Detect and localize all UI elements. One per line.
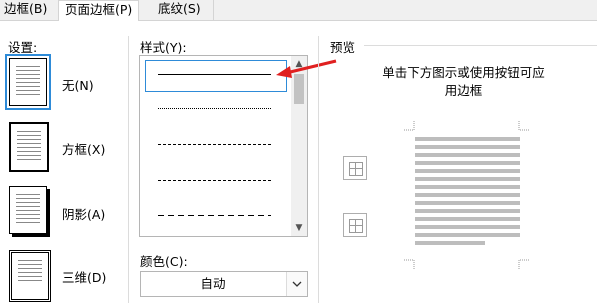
preview-text-line [415,137,520,141]
preview-text-line [415,185,520,189]
color-title: 颜色(C): [140,254,188,269]
style-sample-solid[interactable] [158,74,271,75]
style-scrollbar[interactable]: ▲ ▼ [291,56,307,236]
preview-text-line [415,161,520,165]
preview-group-line [364,45,597,46]
preview-text-line [415,217,520,221]
setting-3d-label[interactable]: 三维(D) [62,267,106,286]
top-border-icon [349,162,363,176]
style-sample-dash-long[interactable] [158,215,271,216]
color-dropdown-button[interactable] [286,272,307,296]
preview-hint-line2: 用边框 [444,83,483,98]
preview-text-line [415,193,520,197]
preview-text-line [415,169,520,173]
bottom-border-icon [349,219,363,233]
setting-box-thumbnail[interactable] [9,122,49,172]
setting-shadow-label[interactable]: 阴影(A) [62,204,105,223]
chevron-down-icon [292,281,302,287]
section-divider [128,36,129,303]
tab-shading[interactable]: 底纹(S) [158,0,201,20]
preview-text-line [415,241,485,245]
setting-none-thumbnail[interactable] [5,54,51,110]
preview-text-line [415,145,520,149]
style-list[interactable]: ▲ ▼ [139,55,308,237]
scroll-down-icon[interactable]: ▼ [291,220,307,236]
setting-none-label[interactable]: 无(N) [62,75,94,94]
style-sample-dashed[interactable] [158,180,271,181]
color-dropdown[interactable]: 自动 [140,271,308,297]
preview-text-line [415,209,520,213]
preview-title: 预览 [330,40,356,55]
section-divider [318,36,319,303]
style-sample-dashed-fine[interactable] [158,144,271,145]
tab-borders[interactable]: 边框(B) [4,0,47,20]
tab-bar: 边框(B) 页面边框(P) 底纹(S) [0,0,597,22]
top-border-button[interactable] [343,156,367,180]
preview-hint-line1: 单击下方图示或使用按钮可应 [382,65,545,80]
red-arrow-icon [276,59,337,78]
style-title: 样式(Y): [140,40,187,55]
preview-text-line [415,233,520,237]
style-sample-dotted[interactable] [158,108,271,109]
preview-text-line [415,225,520,229]
tab-divider [213,0,214,20]
setting-3d-thumbnail[interactable] [9,250,51,302]
preview-text-line [415,177,520,181]
setting-box-label[interactable]: 方框(X) [62,139,105,158]
preview-text-line [415,201,520,205]
bottom-border-button[interactable] [343,213,367,237]
color-value: 自动 [200,276,226,291]
tab-page-border[interactable]: 页面边框(P) [58,0,140,22]
preview-text-line [415,153,520,157]
setting-title: 设置: [8,40,38,55]
setting-shadow-thumbnail[interactable] [9,186,47,234]
style-selected-item[interactable] [145,60,287,92]
